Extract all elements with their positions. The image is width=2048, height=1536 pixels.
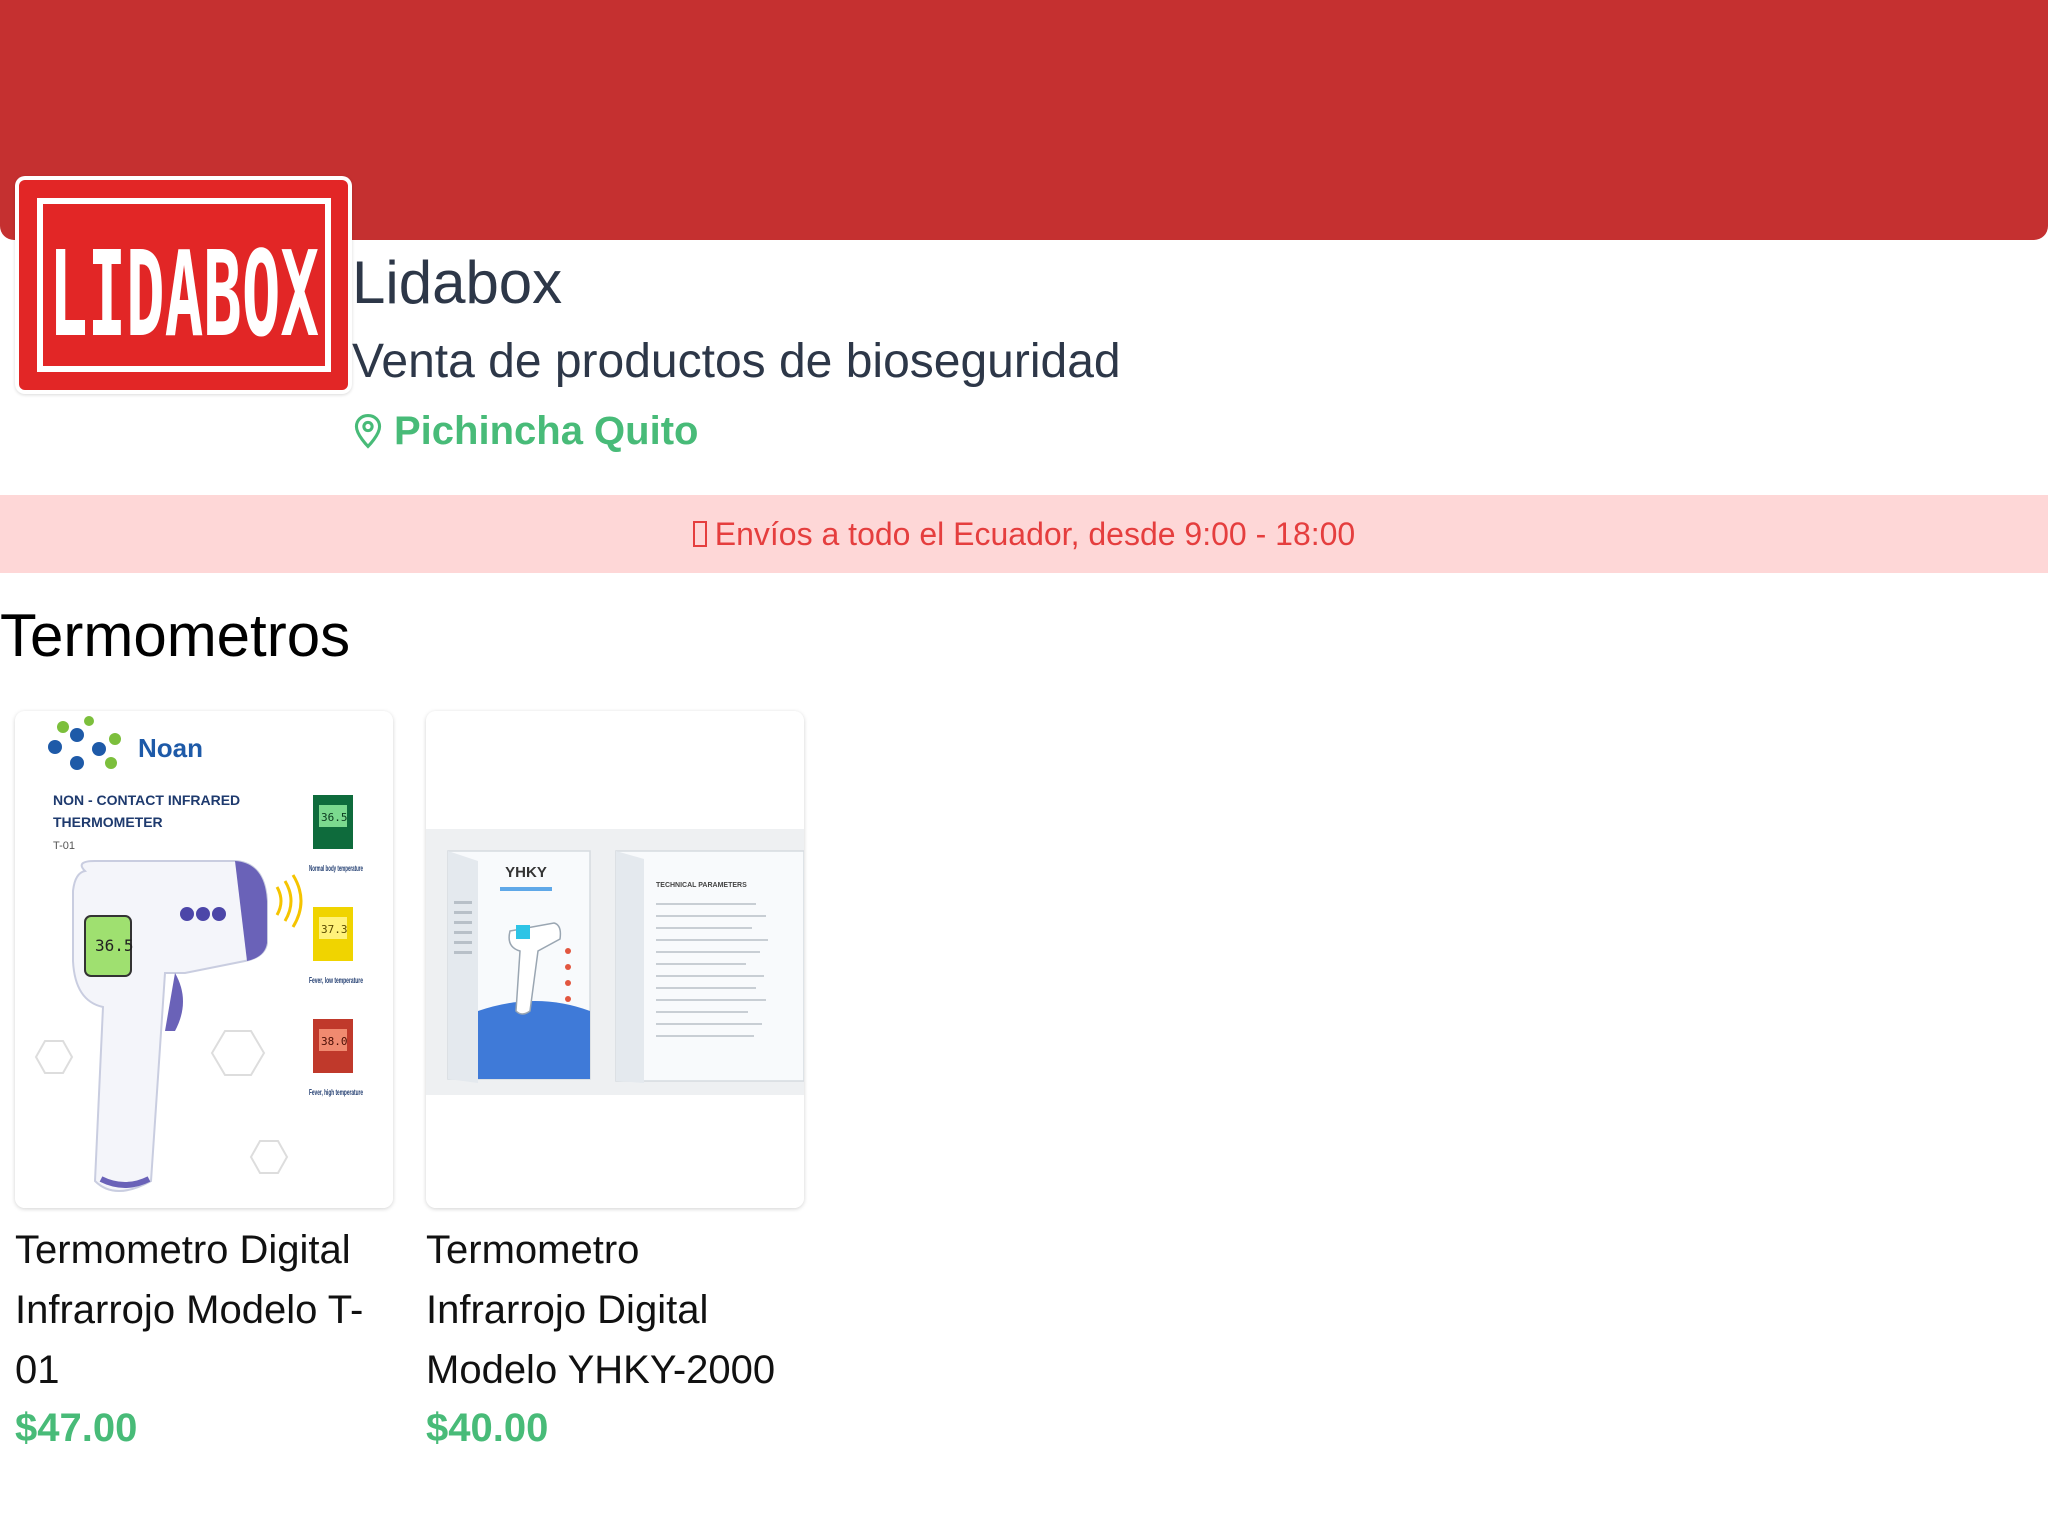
- image-brand: YHKY: [505, 864, 547, 881]
- image-heading-2: THERMOMETER: [53, 814, 163, 830]
- shipping-banner: Envíos a todo el Ecuador, desde 9:00 - 1…: [0, 495, 2048, 573]
- product-title[interactable]: Termometro Digital Infrarrojo Modelo T-0…: [15, 1220, 393, 1400]
- product-price: $40.00: [426, 1406, 549, 1450]
- image-caption-3: Fever, high temperature: [309, 1088, 363, 1097]
- image-reading-red: 38.0: [321, 1035, 348, 1048]
- lidabox-logo-image: LIDABOX: [36, 198, 331, 372]
- truck-icon: [692, 521, 707, 547]
- shipping-banner-text: Envíos a todo el Ecuador, desde 9:00 - 1…: [714, 515, 1356, 552]
- location-label: Pichincha Quito: [394, 409, 699, 453]
- image-reading-main: 36.5: [95, 936, 134, 955]
- map-pin-icon: [354, 414, 382, 449]
- image-reading-green: 36.5: [321, 811, 348, 824]
- image-brand: Noan: [138, 733, 203, 763]
- image-model: T-01: [53, 840, 75, 852]
- image-caption-1: Normal body temperature: [309, 864, 363, 873]
- store-name: Lidabox: [352, 249, 563, 316]
- product-card[interactable]: Noan NON - CONTACT INFRARED THERMOMETER …: [15, 711, 393, 1456]
- store-location: Pichincha Quito: [352, 404, 698, 458]
- section-title: Termometros: [0, 602, 351, 669]
- image-heading-1: NON - CONTACT INFRARED: [53, 792, 240, 808]
- product-image[interactable]: Noan NON - CONTACT INFRARED THERMOMETER …: [15, 711, 393, 1208]
- product-price: $47.00: [15, 1406, 138, 1450]
- image-reading-yellow: 37.3: [321, 923, 348, 936]
- thermometer-t01-image: Noan NON - CONTACT INFRARED THERMOMETER …: [15, 711, 393, 1208]
- product-image[interactable]: YHKY TECHNICAL PARAMETERS: [426, 711, 804, 1208]
- product-card[interactable]: YHKY TECHNICAL PARAMETERS Termometro Inf…: [426, 711, 804, 1456]
- store-description: Venta de productos de bioseguridad: [352, 335, 1121, 388]
- image-caption-2: Fever, low temperature: [309, 976, 363, 985]
- image-side-label: TECHNICAL PARAMETERS: [656, 882, 747, 889]
- thermometer-yhky-image: YHKY TECHNICAL PARAMETERS: [426, 711, 804, 1208]
- logo-text: LIDABOX: [49, 225, 319, 363]
- store-logo: LIDABOX: [15, 176, 352, 394]
- product-title[interactable]: Termometro Infrarrojo Digital Modelo YHK…: [426, 1220, 804, 1400]
